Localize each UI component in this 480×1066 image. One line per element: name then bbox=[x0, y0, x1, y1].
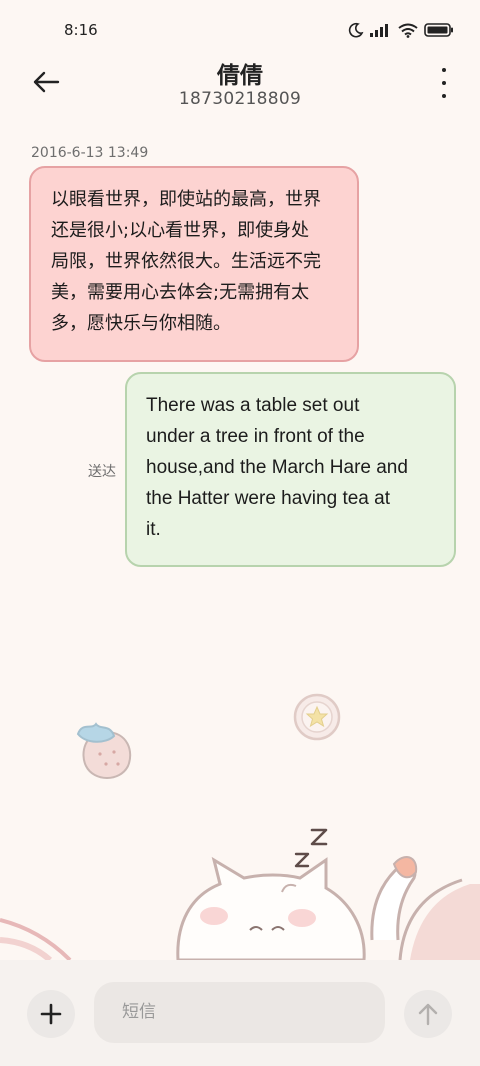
message-line: the Hatter were having tea at bbox=[146, 488, 390, 509]
composer-bar: 短信 bbox=[0, 960, 480, 1066]
outgoing-message-bubble[interactable]: There was a table set out under a tree i… bbox=[125, 372, 456, 567]
signal-icon bbox=[370, 23, 392, 37]
moon-icon bbox=[348, 22, 364, 38]
send-button[interactable] bbox=[404, 990, 452, 1038]
wallpaper-sleeping-cat-icon bbox=[0, 828, 480, 960]
message-line: it. bbox=[146, 519, 161, 540]
message-line: There was a table set out bbox=[146, 395, 360, 416]
conversation-header: 倩倩 18730218809 bbox=[0, 52, 480, 116]
message-input[interactable]: 短信 bbox=[94, 982, 385, 1043]
message-timestamp: 2016-6-13 13:49 bbox=[31, 145, 149, 161]
arrow-up-icon bbox=[418, 1003, 438, 1026]
status-time: 8:16 bbox=[64, 21, 98, 39]
wallpaper-strawberry-icon bbox=[76, 722, 132, 779]
message-line: under a tree in front of the bbox=[146, 426, 365, 447]
more-options-button[interactable] bbox=[438, 68, 450, 98]
contact-name: 倩倩 bbox=[217, 63, 263, 89]
plus-icon bbox=[40, 1003, 62, 1025]
message-line: 多，愿快乐与你相随。 bbox=[51, 313, 231, 334]
wallpaper-star-badge-icon bbox=[293, 693, 341, 741]
message-line: 以眼看世界，即使站的最高，世界 bbox=[51, 189, 321, 210]
message-line: 局限，世界依然很大。生活远不完 bbox=[51, 251, 321, 272]
battery-icon bbox=[424, 23, 454, 37]
status-icons bbox=[348, 22, 454, 38]
incoming-message-bubble[interactable]: 以眼看世界，即使站的最高，世界 还是很小;以心看世界，即使身处 局限，世界依然很… bbox=[29, 166, 359, 362]
message-line: 还是很小;以心看世界，即使身处 bbox=[51, 220, 310, 241]
contact-phone-number: 18730218809 bbox=[178, 89, 302, 109]
wifi-icon bbox=[398, 23, 418, 38]
delivery-status: 送达 bbox=[88, 464, 116, 480]
message-line: house,and the March Hare and bbox=[146, 457, 408, 478]
more-vertical-icon bbox=[442, 68, 446, 72]
message-line: 美，需要用心去体会;无需拥有太 bbox=[51, 282, 310, 303]
add-attachment-button[interactable] bbox=[27, 990, 75, 1038]
